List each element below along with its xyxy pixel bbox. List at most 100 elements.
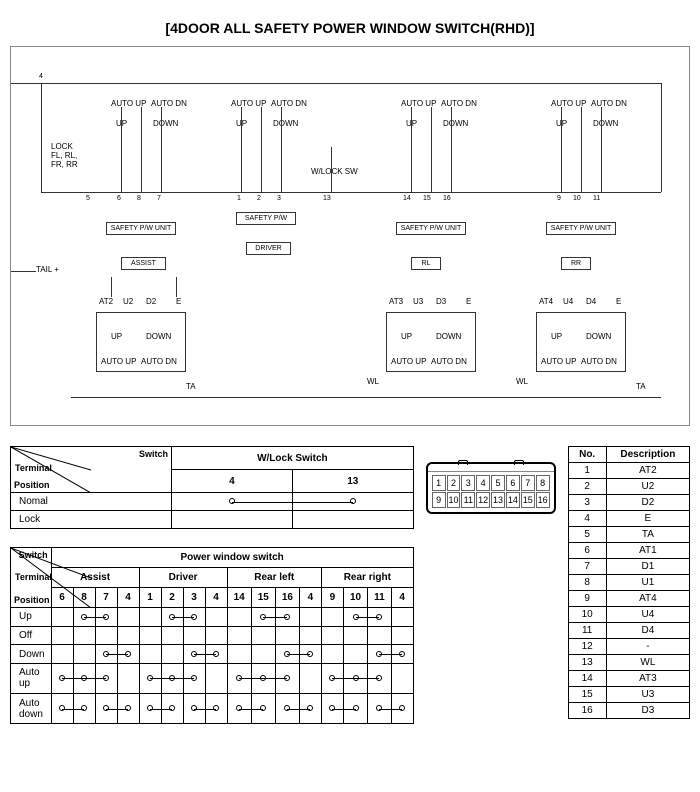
desc-row-9: 9AT4 xyxy=(568,591,689,607)
connector-pin-2: 2 xyxy=(447,475,461,491)
pws-col-4: 4 xyxy=(205,588,227,608)
pin-2: 2 xyxy=(257,195,261,202)
pws-hdr-terminal: Terminal xyxy=(15,572,52,582)
wlock-lock-label: Lock xyxy=(11,511,172,529)
desc-row-6: 6AT1 xyxy=(568,543,689,559)
lbl-autoup-s1: AUTO UP xyxy=(101,357,136,366)
lbl-wl-1: WL xyxy=(367,377,379,386)
pin-16: 16 xyxy=(443,195,451,202)
connector-pin-14: 14 xyxy=(506,492,520,508)
connector-pin-13: 13 xyxy=(491,492,505,508)
connector-pin-4: 4 xyxy=(476,475,490,491)
pws-col-11: 11 xyxy=(368,588,392,608)
pin-7: 7 xyxy=(157,195,161,202)
connector-pin-1: 1 xyxy=(432,475,446,491)
desc-row-4: 4E xyxy=(568,511,689,527)
wlock-row-lock: Lock xyxy=(11,511,414,529)
pin-6: 6 xyxy=(117,195,121,202)
lbl-at4: AT4 xyxy=(539,297,553,306)
lbl-u3: U3 xyxy=(413,297,423,306)
desc-row-8: 8U1 xyxy=(568,575,689,591)
lbl-at2: AT2 xyxy=(99,297,113,306)
wiring-schematic: E 4 LOCK FL, RL, FR, RR AUTO UP AUTO DN … xyxy=(10,46,690,426)
desc-row-11: 11D4 xyxy=(568,623,689,639)
lbl-autodn-s1: AUTO DN xyxy=(141,357,177,366)
lbl-at3: AT3 xyxy=(389,297,403,306)
pws-col-1: 1 xyxy=(139,588,161,608)
lbl-up-s1: UP xyxy=(111,332,122,341)
pws-row-off: Off xyxy=(11,626,414,645)
box-assist: ASSIST xyxy=(121,257,166,270)
box-driver: DRIVER xyxy=(246,242,291,255)
pin-10: 10 xyxy=(573,195,581,202)
desc-row-15: 15U3 xyxy=(568,687,689,703)
desc-row-13: 13WL xyxy=(568,655,689,671)
connector-pin-8: 8 xyxy=(536,475,550,491)
desc-hdr-desc: Description xyxy=(606,447,689,463)
lbl-d2: D2 xyxy=(146,297,156,306)
pin-4: 4 xyxy=(39,73,43,80)
box-safety-rl: SAFETY P/W UNIT xyxy=(396,222,466,235)
desc-row-1: 1AT2 xyxy=(568,463,689,479)
hdr-terminal: Terminal xyxy=(15,463,52,473)
lbl-autodn-s3: AUTO DN xyxy=(431,357,467,366)
desc-row-3: 3D2 xyxy=(568,495,689,511)
lbl-down-s3: DOWN xyxy=(436,332,461,341)
lbl-auto-dn-3: AUTO DN xyxy=(441,99,477,108)
pws-col-4: 4 xyxy=(117,588,139,608)
wlock-switch-table: Switch Terminal Position W/Lock Switch 4… xyxy=(10,446,414,529)
pws-hdr-position: Position xyxy=(14,595,50,605)
desc-row-14: 14AT3 xyxy=(568,671,689,687)
box-safety-assist: SAFETY P/W UNIT xyxy=(106,222,176,235)
lbl-down-2: DOWN xyxy=(273,119,298,128)
desc-row-5: 5TA xyxy=(568,527,689,543)
pws-col-15: 15 xyxy=(251,588,275,608)
connector-pin-15: 15 xyxy=(521,492,535,508)
lbl-up-s4: UP xyxy=(551,332,562,341)
pws-main-title: Power window switch xyxy=(51,548,413,568)
connector-pin-12: 12 xyxy=(476,492,490,508)
lbl-u2: U2 xyxy=(123,297,133,306)
lbl-e3: E xyxy=(466,297,471,306)
lbl-e2: E xyxy=(176,297,181,306)
pws-col-3: 3 xyxy=(183,588,205,608)
page-title: [4DOOR ALL SAFETY POWER WINDOW SWITCH(RH… xyxy=(10,20,690,36)
pin-9: 9 xyxy=(557,195,561,202)
pws-row-down: Down xyxy=(11,645,414,664)
lbl-autodn-s4: AUTO DN xyxy=(581,357,617,366)
pin-13: 13 xyxy=(323,195,331,202)
desc-row-16: 16D3 xyxy=(568,703,689,719)
connector-pin-11: 11 xyxy=(461,492,475,508)
connector-pin-7: 7 xyxy=(521,475,535,491)
lbl-u4: U4 xyxy=(563,297,573,306)
lbl-down-s4: DOWN xyxy=(586,332,611,341)
connector-pin-3: 3 xyxy=(461,475,475,491)
connector-pin-10: 10 xyxy=(447,492,461,508)
connector-pin-16: 16 xyxy=(536,492,550,508)
pws-col-7: 7 xyxy=(95,588,117,608)
pws-col-14: 14 xyxy=(227,588,251,608)
hdr-position: Position xyxy=(14,480,50,490)
box-rr: RR xyxy=(561,257,591,270)
pws-group-rear-left: Rear left xyxy=(227,568,321,588)
box-rl: RL xyxy=(411,257,441,270)
desc-row-7: 7D1 xyxy=(568,559,689,575)
lbl-autoup-s4: AUTO UP xyxy=(541,357,576,366)
desc-row-10: 10U4 xyxy=(568,607,689,623)
description-table: No. Description 1AT22U23D24E5TA6AT17D18U… xyxy=(568,446,690,719)
desc-row-12: 12- xyxy=(568,639,689,655)
pws-row-up: Up xyxy=(11,608,414,627)
pws-group-driver: Driver xyxy=(139,568,227,588)
lbl-auto-dn-1: AUTO DN xyxy=(151,99,187,108)
pin-3: 3 xyxy=(277,195,281,202)
lbl-down-s1: DOWN xyxy=(146,332,171,341)
pws-col-10: 10 xyxy=(343,588,367,608)
box-safety-driver: SAFETY P/W xyxy=(236,212,296,225)
wlock-nomal-label: Nomal xyxy=(11,493,172,511)
pin-15: 15 xyxy=(423,195,431,202)
box-safety-rr: SAFETY P/W UNIT xyxy=(546,222,616,235)
lbl-auto-dn-2: AUTO DN xyxy=(271,99,307,108)
lbl-up-s3: UP xyxy=(401,332,412,341)
lbl-wl-2: WL xyxy=(516,377,528,386)
pws-row-auto-down: Auto down xyxy=(11,693,414,723)
